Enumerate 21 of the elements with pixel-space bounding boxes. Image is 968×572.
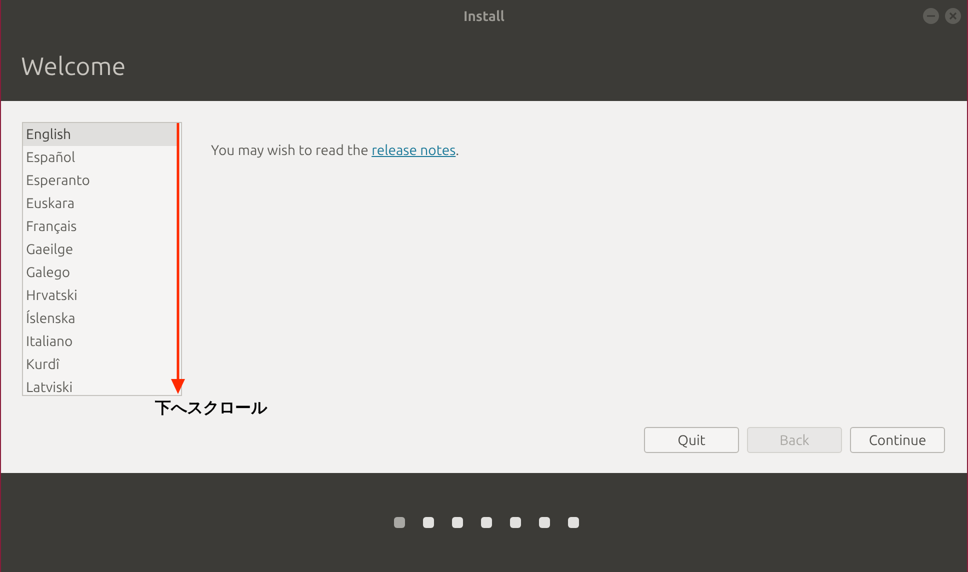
language-item[interactable]: Kurdî [23,353,62,376]
page-heading: Welcome [21,50,126,82]
annotation-label: 下へスクロール [155,398,267,419]
window-title: Install [464,6,504,26]
language-item[interactable]: Español [23,146,78,169]
release-notes-link[interactable]: release notes [372,142,456,158]
language-item[interactable]: Italiano [23,330,76,353]
language-item[interactable]: Français [23,215,80,238]
language-item[interactable]: Íslenska [23,307,78,330]
dialog-button[interactable]: Continue [850,427,945,453]
language-item[interactable]: English [23,123,178,146]
close-icon[interactable] [945,8,961,24]
release-notes-message: You may wish to read the release notes. [211,141,460,160]
language-item[interactable]: Hrvatski [23,284,80,307]
language-item[interactable]: Latviski [23,376,76,395]
dialog-button[interactable]: Quit [644,427,739,453]
language-item[interactable]: Galego [23,261,74,284]
language-item[interactable]: Gaeilge [23,238,76,261]
minimize-icon[interactable] [923,8,939,24]
language-item[interactable]: Esperanto [23,169,93,192]
language-item[interactable]: Euskara [23,192,78,215]
